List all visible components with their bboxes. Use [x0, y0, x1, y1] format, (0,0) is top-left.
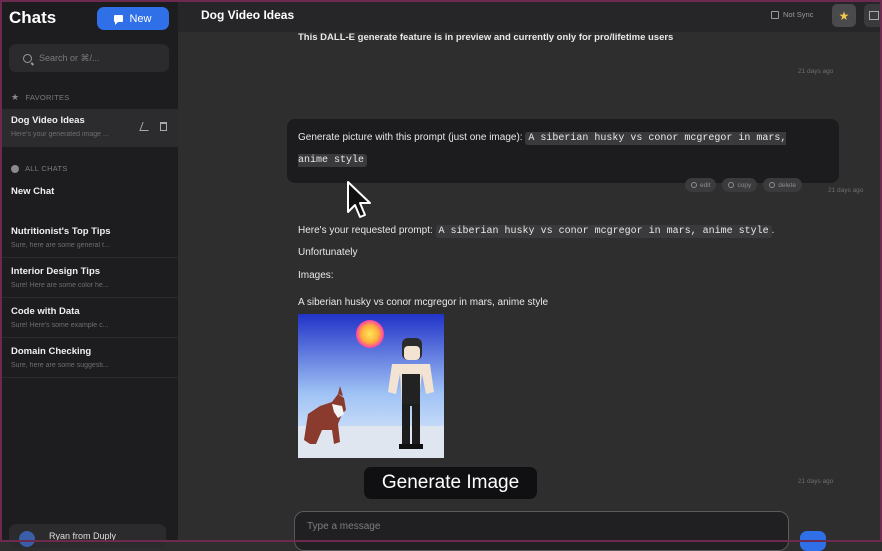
chat-preview: Sure, here are some suggesti... — [11, 362, 109, 369]
chats-icon — [11, 164, 19, 173]
unread-marker — [0, 306, 2, 316]
chat-title: Code with Data — [11, 306, 80, 317]
user-name: Ryan from Duply — [49, 531, 117, 541]
sync-icon — [771, 10, 779, 19]
images-label: Images: — [298, 270, 334, 281]
image-caption: A siberian husky vs conor mcgregor in ma… — [298, 297, 549, 308]
user-message-text: Generate picture with this prompt (just … — [298, 127, 818, 171]
user-profile[interactable]: Ryan from Duply — [9, 524, 166, 548]
assistant-reply: Here's your requested prompt: A siberian… — [298, 220, 833, 263]
chat-title: New Chat — [11, 186, 55, 197]
trash-icon[interactable] — [160, 122, 167, 131]
reply-prefix: Here's your requested prompt: — [298, 225, 433, 236]
chat-preview: Sure! Here are some color he... — [11, 282, 109, 289]
favorite-star-button[interactable]: ★ — [832, 4, 856, 27]
unread-marker — [0, 266, 2, 276]
sync-label: Not Sync — [783, 10, 814, 19]
chat-preview: Here's your generated image ... — [11, 131, 109, 138]
sidebar-title: Chats — [9, 8, 57, 27]
chat-item-dog-video-ideas[interactable]: Dog Video Ideas Here's your generated im… — [0, 109, 178, 147]
chat-item-nutritionist[interactable]: Nutritionist's Top Tips Sure, here are s… — [0, 220, 178, 258]
mouse-cursor-icon — [347, 181, 371, 218]
chat-title-heading: Dog Video Ideas — [201, 8, 295, 22]
sync-status[interactable]: Not Sync — [771, 10, 813, 19]
user-message: Generate picture with this prompt (just … — [287, 119, 839, 192]
message-input[interactable]: Type a message — [294, 511, 789, 551]
message-timestamp: 21 days ago — [798, 68, 834, 75]
copy-icon — [728, 182, 735, 188]
edit-message-button[interactable]: edit — [685, 178, 717, 192]
unread-marker — [0, 226, 2, 236]
search-placeholder: Search or ⌘/... — [39, 52, 100, 63]
chat-item-new-chat[interactable]: New Chat — [0, 180, 178, 218]
copy-message-button[interactable]: copy — [722, 178, 758, 192]
chat-item-interior-design[interactable]: Interior Design Tips Sure! Here are some… — [0, 260, 178, 298]
active-marker — [0, 115, 2, 125]
message-actions: edit copy delete — [685, 178, 802, 192]
search-input[interactable]: Search or ⌘/... — [9, 44, 169, 72]
chat-title: Domain Checking — [11, 346, 92, 357]
sidebar: Chats New Search or ⌘/... ★ FAVORITES Do… — [0, 0, 178, 548]
edit-icon — [691, 182, 697, 188]
message-timestamp: 21 days ago — [798, 478, 834, 485]
chat-title: Dog Video Ideas — [11, 115, 85, 126]
favorites-label: FAVORITES — [25, 93, 70, 102]
chat-header: Dog Video Ideas Not Sync ★ — [178, 0, 882, 32]
message-timestamp: 21 days ago — [828, 187, 864, 194]
generate-image-overlay-label: Generate Image — [364, 467, 537, 499]
chat-title: Interior Design Tips — [11, 266, 101, 277]
new-chat-button[interactable]: New — [97, 7, 169, 30]
unread-marker — [0, 346, 2, 356]
chat-title: Nutritionist's Top Tips — [11, 226, 111, 237]
all-chats-label: ALL CHATS — [25, 164, 68, 173]
prompt-prefix: Generate picture with this prompt (just … — [298, 132, 523, 143]
chat-item-code-with-data[interactable]: Code with Data Sure! Here's some example… — [0, 300, 178, 338]
search-icon — [23, 53, 32, 63]
reply-code: A siberian husky vs conor mcgregor in ma… — [435, 225, 772, 238]
edit-icon[interactable] — [139, 122, 152, 131]
delete-icon — [769, 182, 776, 188]
chat-bubble-icon — [114, 15, 124, 25]
favorites-section-label: ★ FAVORITES — [11, 92, 70, 103]
send-button[interactable] — [800, 531, 826, 551]
chat-item-domain-checking[interactable]: Domain Checking Sure, here are some sugg… — [0, 340, 178, 378]
all-chats-section-label: ALL CHATS — [11, 164, 68, 173]
generated-image[interactable] — [298, 314, 444, 458]
new-chat-label: New — [129, 12, 152, 25]
message-placeholder: Type a message — [307, 521, 381, 532]
chat-preview: Sure, here are some general t... — [11, 242, 110, 249]
delete-message-button[interactable]: delete — [763, 178, 802, 192]
star-icon: ★ — [838, 8, 850, 23]
preview-notice: This DALL-E generate feature is in previ… — [298, 32, 674, 43]
star-icon: ★ — [11, 92, 20, 102]
avatar — [19, 531, 35, 547]
export-icon[interactable] — [864, 4, 882, 27]
chat-preview: Sure! Here's some example c... — [11, 322, 109, 329]
